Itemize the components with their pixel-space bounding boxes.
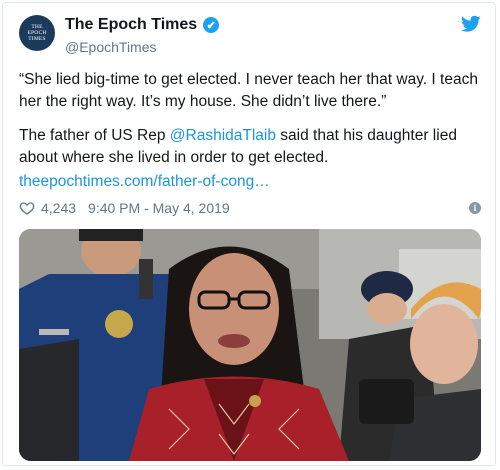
like-count[interactable]: 4,243 <box>41 200 76 216</box>
tweet-body: The father of US Rep @RashidaTlaib said … <box>19 125 481 169</box>
tweet-card: THE EPOCH TIMES The Epoch Times ✔ @Epoch… <box>2 2 496 466</box>
verified-badge-icon: ✔ <box>203 17 220 33</box>
tweet-meta: 4,243 9:40 PM - May 4, 2019 <box>19 200 230 216</box>
tweet-body-prefix: The father of US Rep <box>19 127 170 144</box>
info-icon[interactable]: i <box>469 202 481 214</box>
article-link[interactable]: theepochtimes.com/father-of-cong… <box>19 173 270 191</box>
display-name[interactable]: The Epoch Times <box>65 16 197 34</box>
tweet-quote: “She lied big-time to get elected. I nev… <box>19 71 478 110</box>
avatar[interactable]: THE EPOCH TIMES <box>19 15 55 51</box>
twitter-bird-icon[interactable] <box>461 15 481 33</box>
author-name-row: The Epoch Times ✔ <box>65 16 220 34</box>
avatar-line-3: TIMES <box>28 36 46 42</box>
tweet-photo[interactable] <box>19 229 481 461</box>
heart-icon[interactable] <box>19 200 35 216</box>
user-handle[interactable]: @EpochTimes <box>65 39 157 55</box>
mention-link[interactable]: @RashidaTlaib <box>170 127 276 144</box>
photo-illustration <box>19 229 481 461</box>
timestamp[interactable]: 9:40 PM - May 4, 2019 <box>88 200 230 216</box>
